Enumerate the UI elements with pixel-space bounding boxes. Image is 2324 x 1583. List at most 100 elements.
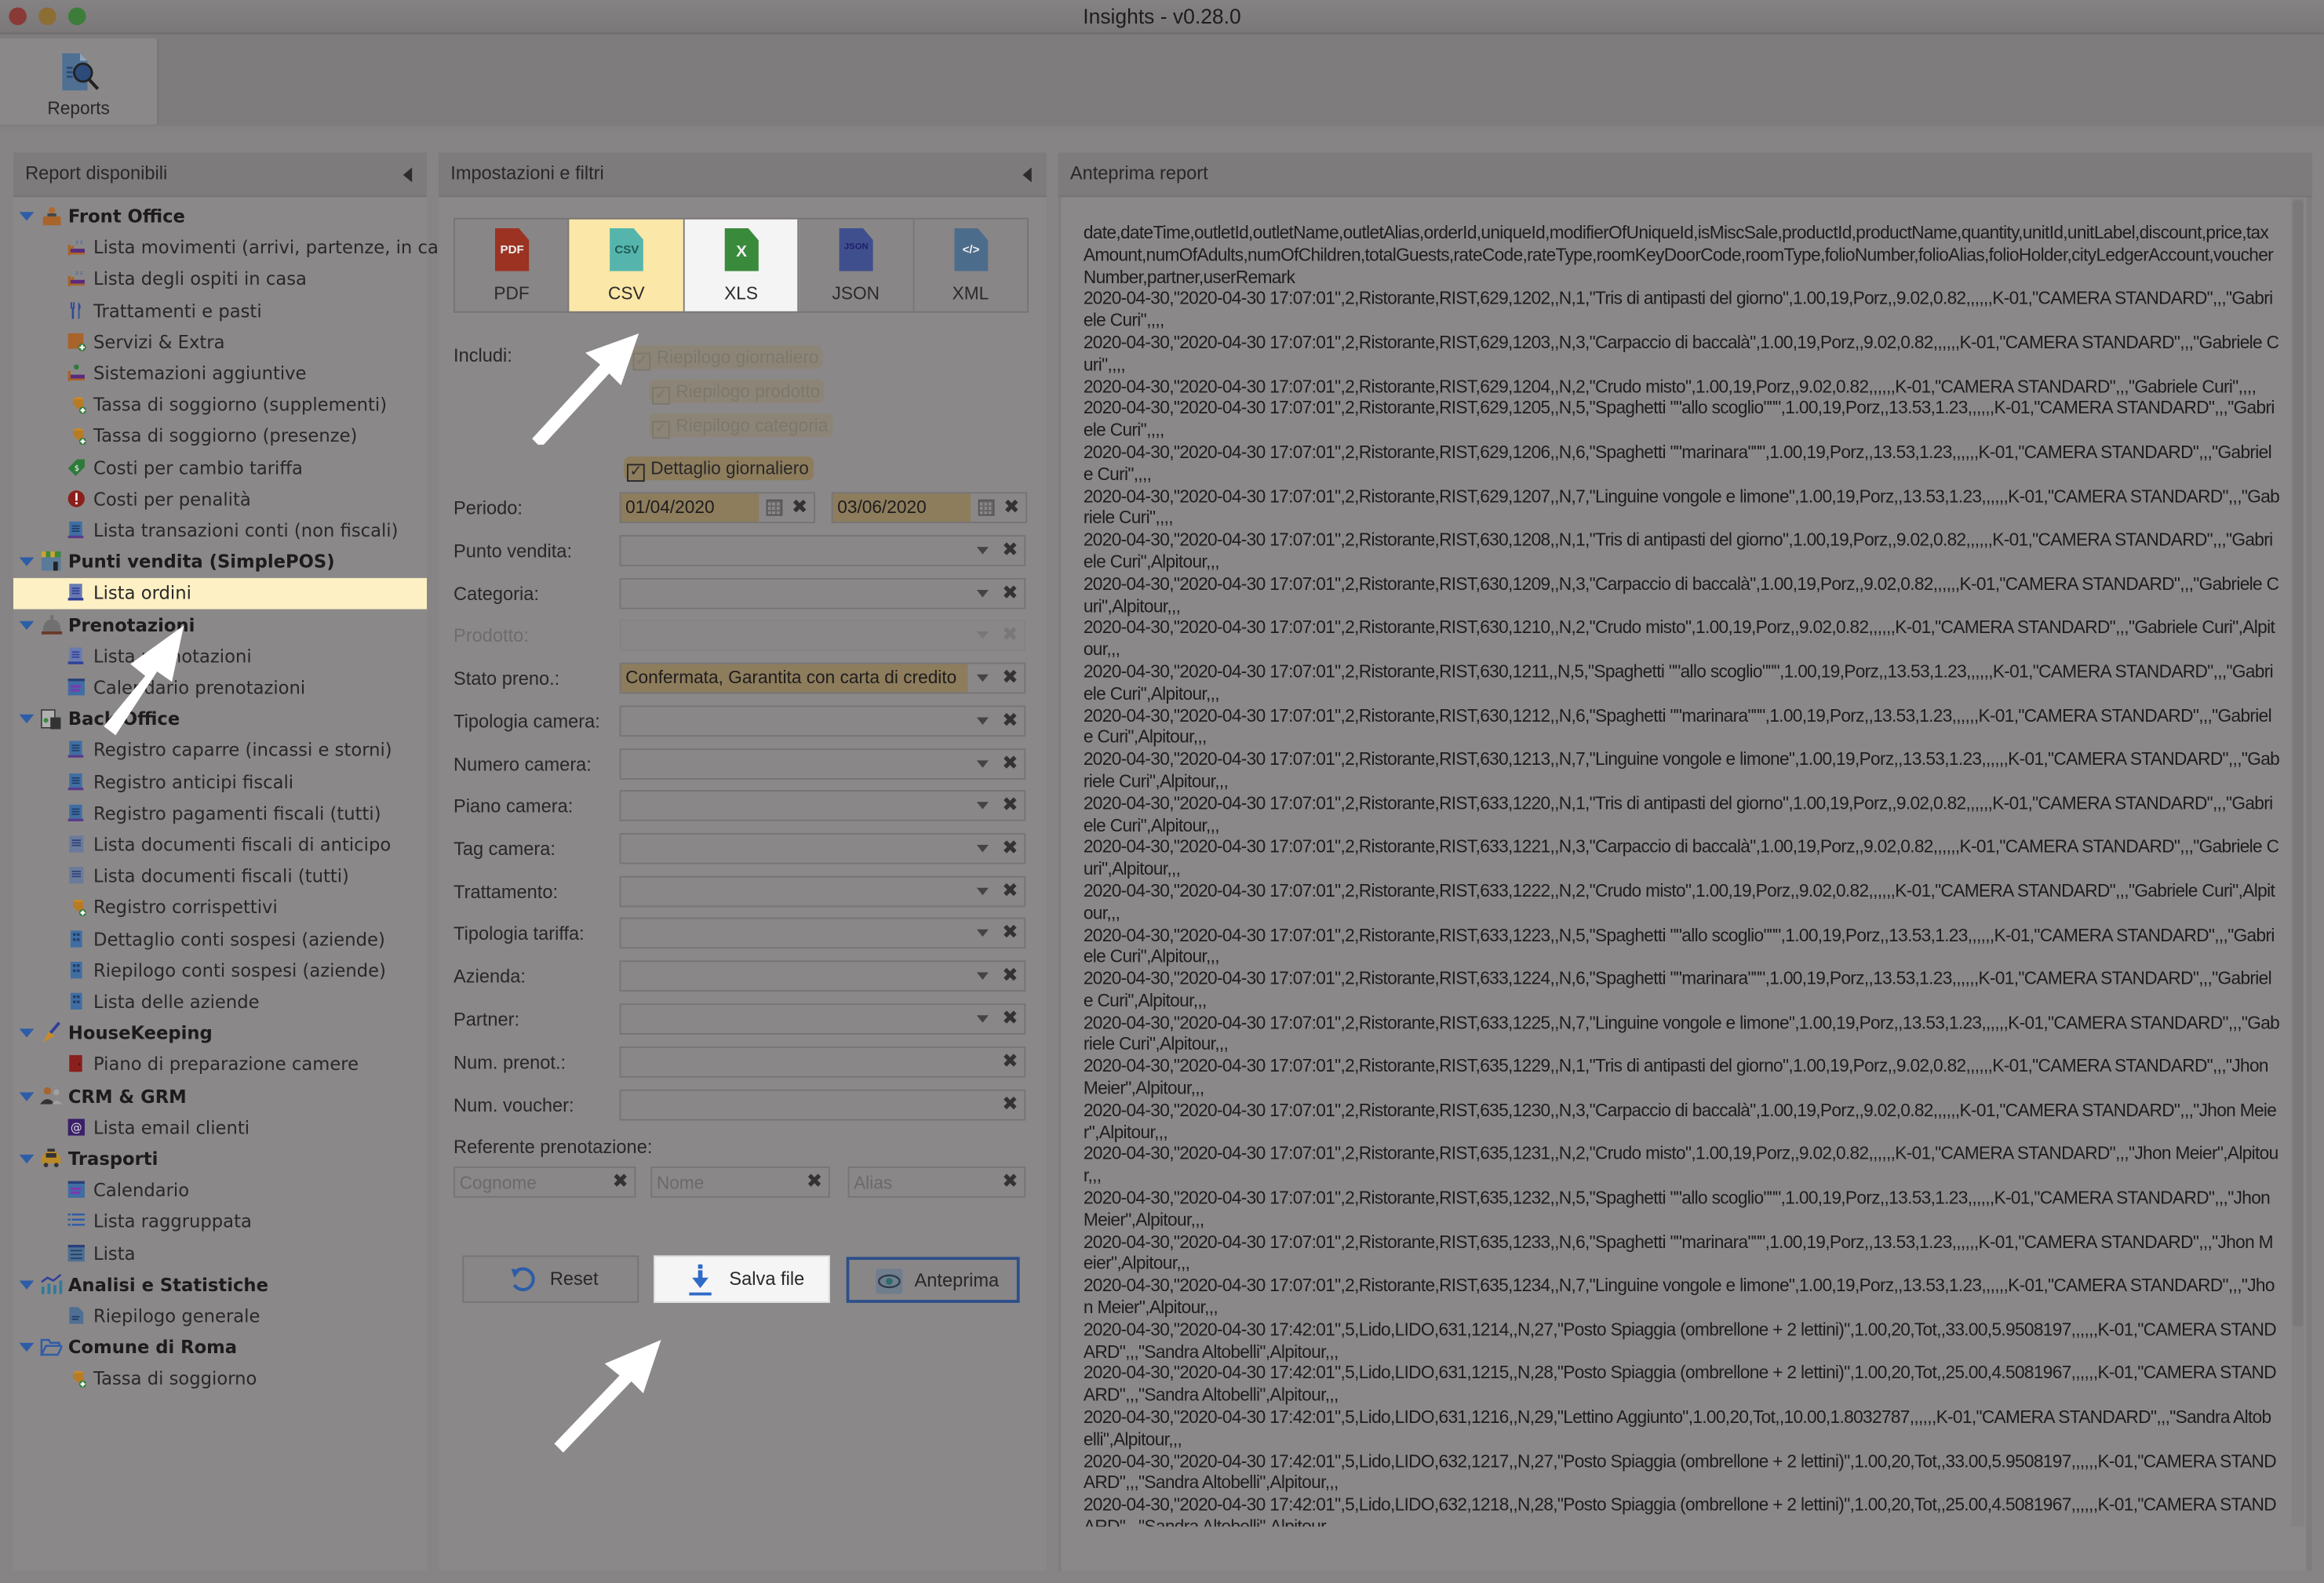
expand-caret-icon[interactable] — [19, 620, 35, 630]
clear-icon[interactable]: ✖ — [1002, 582, 1018, 604]
clear-icon[interactable]: ✖ — [612, 1171, 628, 1193]
tree-item[interactable]: Servizi & Extra — [13, 327, 427, 358]
expand-caret-icon[interactable] — [19, 1028, 35, 1039]
filter-select[interactable]: ✖ — [619, 748, 1026, 779]
filter-select[interactable]: ✖ — [619, 960, 1026, 992]
format-xml[interactable]: </> XML — [914, 220, 1027, 311]
tree-item[interactable]: Lista delle aziende — [13, 987, 427, 1018]
filter-select[interactable]: ✖ — [619, 577, 1026, 609]
chevron-down-icon[interactable] — [976, 802, 989, 810]
num-prenot-field[interactable]: ✖ — [619, 1046, 1026, 1078]
tree-item[interactable]: Dettaglio conti sospesi (aziende) — [13, 924, 427, 955]
tree-item[interactable]: z z Lista degli ospiti in casa — [13, 264, 427, 296]
expand-caret-icon[interactable] — [19, 1280, 35, 1290]
filter-select[interactable]: ✖ — [619, 1003, 1026, 1035]
clear-icon[interactable]: ✖ — [1002, 1007, 1018, 1029]
tree-item[interactable]: Calendario — [13, 1176, 427, 1207]
clear-icon[interactable]: ✖ — [1004, 497, 1020, 519]
tree-item[interactable]: Lista documenti fiscali (tutti) — [13, 861, 427, 893]
tree-item[interactable]: Riepilogo generale — [13, 1301, 427, 1333]
scrollbar-thumb[interactable] — [2293, 200, 2304, 1327]
chevron-down-icon[interactable] — [976, 717, 989, 725]
date-from-value[interactable]: 01/04/2020 — [621, 493, 759, 522]
collapse-settings-icon[interactable] — [1022, 167, 1032, 183]
tree-item[interactable]: @ Lista email clienti — [13, 1113, 427, 1144]
alias-field[interactable]: ✖ — [847, 1166, 1026, 1198]
expand-caret-icon[interactable] — [19, 1343, 35, 1352]
num-voucher-input[interactable] — [621, 1090, 944, 1119]
clear-icon[interactable]: ✖ — [1002, 965, 1018, 987]
format-xls[interactable]: X XLS — [684, 219, 800, 311]
checkbox-riepilogo-giornaliero[interactable]: ✓ Riepilogo giornaliero — [629, 345, 824, 371]
alias-input[interactable] — [849, 1167, 989, 1196]
cognome-field[interactable]: ✖ — [454, 1166, 636, 1198]
tree-item[interactable]: Registro pagamenti fiscali (tutti) — [13, 799, 427, 830]
tree-group-0[interactable]: Front Office — [13, 202, 427, 233]
tree-item[interactable]: Lista documenti fiscali di anticipo — [13, 830, 427, 861]
tree-item[interactable]: Tassa di soggiorno — [13, 1364, 427, 1396]
chevron-down-icon[interactable] — [976, 887, 989, 895]
tree-item[interactable]: Piano di preparazione camere — [13, 1050, 427, 1082]
filter-select[interactable]: ✖ — [619, 535, 1026, 566]
expand-caret-icon[interactable] — [19, 1091, 35, 1101]
clear-icon[interactable]: ✖ — [1002, 880, 1018, 902]
tab-reports[interactable]: Reports — [0, 38, 159, 125]
tree-item[interactable]: Lista — [13, 1239, 427, 1270]
expand-caret-icon[interactable] — [19, 1154, 35, 1164]
chevron-down-icon[interactable] — [976, 589, 989, 597]
chevron-down-icon[interactable] — [976, 972, 989, 980]
format-pdf[interactable]: PDF PDF — [455, 219, 570, 311]
chevron-down-icon[interactable] — [976, 759, 989, 767]
tree-item[interactable]: Registro caparre (incassi e storni) — [13, 736, 427, 767]
tree-item[interactable]: Calendario prenotazioni — [13, 673, 427, 704]
tree-item[interactable]: Tassa di soggiorno (supplementi) — [13, 390, 427, 421]
preview-scrollbar[interactable] — [2291, 197, 2305, 1527]
tree-item[interactable]: Trattamenti e pasti — [13, 296, 427, 327]
chevron-down-icon[interactable] — [976, 547, 989, 555]
chevron-down-icon[interactable] — [976, 674, 989, 682]
collapse-left-icon[interactable] — [403, 167, 413, 183]
expand-caret-icon[interactable] — [19, 212, 35, 221]
calendar-icon[interactable] — [978, 499, 995, 516]
num-voucher-field[interactable]: ✖ — [619, 1089, 1026, 1121]
tree-group-1[interactable]: Punti vendita (SimplePOS) — [13, 548, 427, 579]
expand-caret-icon[interactable] — [19, 557, 35, 567]
tree-group-3[interactable]: Back Office — [13, 704, 427, 736]
tree-group-5[interactable]: CRM & GRM — [13, 1082, 427, 1113]
checkbox-dettaglio-giornaliero[interactable]: ✓ Dettaglio giornaliero — [624, 456, 814, 482]
clear-icon[interactable]: ✖ — [1002, 795, 1018, 817]
tree-group-6[interactable]: Trasporti — [13, 1144, 427, 1176]
preview-text[interactable]: date,dateTime,outletId,outletName,outlet… — [1062, 197, 2292, 1527]
preview-button[interactable]: Anteprima — [846, 1257, 1020, 1303]
calendar-icon[interactable] — [766, 499, 783, 516]
filter-select[interactable]: ✖ — [619, 832, 1026, 864]
clear-icon[interactable]: ✖ — [1002, 752, 1018, 774]
checkbox-riepilogo-prodotto[interactable]: ✓ Riepilogo prodotto — [649, 379, 825, 405]
clear-icon[interactable]: ✖ — [1002, 667, 1018, 689]
filter-select[interactable]: ✖ — [619, 705, 1026, 737]
chevron-down-icon[interactable] — [976, 844, 989, 853]
tree-item[interactable]: $ Costi per cambio tariffa — [13, 453, 427, 484]
clear-icon[interactable]: ✖ — [1002, 1094, 1018, 1115]
checkbox-riepilogo-categoria[interactable]: ✓ Riepilogo categoria — [649, 413, 833, 439]
tree-item[interactable]: Sistemazioni aggiuntive — [13, 358, 427, 390]
chevron-down-icon[interactable] — [976, 1014, 989, 1023]
save-file-button[interactable]: Salva file — [654, 1255, 830, 1303]
tree-item[interactable]: Lista transazioni conti (non fiscali) — [13, 516, 427, 548]
date-from-field[interactable]: 01/04/2020 ✖ — [619, 492, 815, 523]
tree-group-4[interactable]: HouseKeeping — [13, 1018, 427, 1050]
tree-group-8[interactable]: Comune di Roma — [13, 1333, 427, 1364]
tree-item[interactable]: Lista raggruppata — [13, 1207, 427, 1239]
tree-item[interactable]: Costi per penalità — [13, 484, 427, 515]
clear-icon[interactable]: ✖ — [1002, 540, 1018, 562]
chevron-down-icon[interactable] — [976, 930, 989, 937]
tree-item[interactable]: Lista prenotazioni — [13, 642, 427, 673]
num-prenot-input[interactable] — [621, 1047, 944, 1076]
filter-select[interactable]: ✖ — [619, 790, 1026, 822]
clear-icon[interactable]: ✖ — [1002, 710, 1018, 732]
clear-icon[interactable]: ✖ — [1002, 923, 1018, 944]
tree-group-7[interactable]: Analisi e Statistiche — [13, 1270, 427, 1301]
clear-icon[interactable]: ✖ — [792, 497, 808, 519]
filter-select[interactable]: ✖ — [619, 918, 1026, 949]
format-csv[interactable]: CSV CSV — [570, 219, 685, 311]
